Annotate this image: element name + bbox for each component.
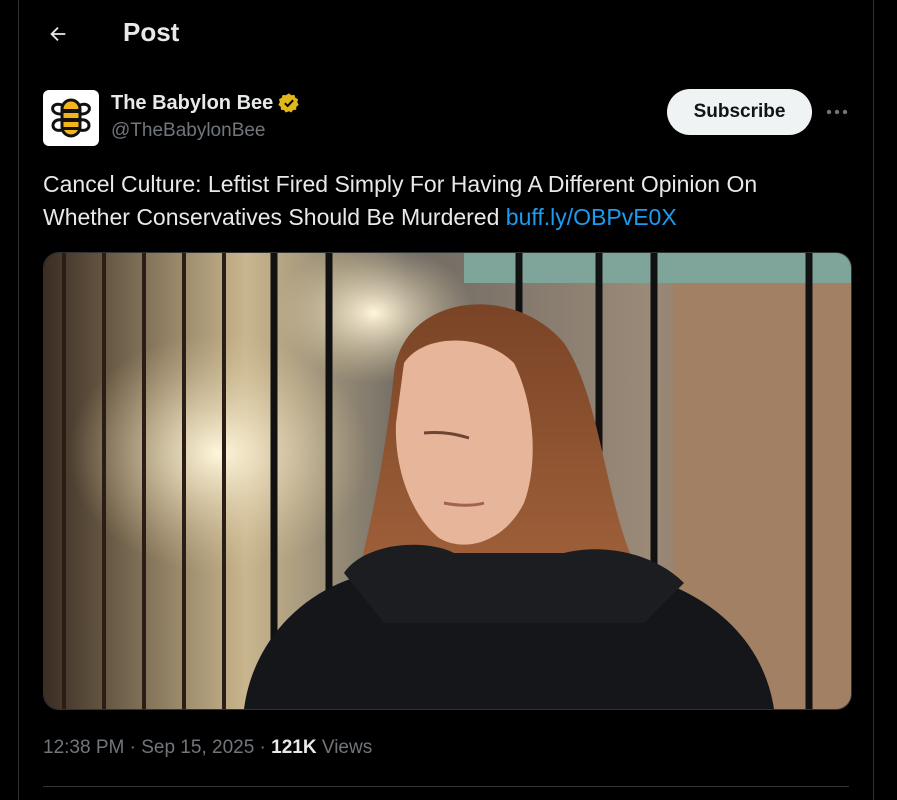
post-image[interactable] [43, 252, 852, 710]
avatar[interactable] [43, 90, 99, 146]
post-date[interactable]: Sep 15, 2025 [141, 737, 254, 758]
page-title: Post [123, 17, 180, 47]
author-info: The Babylon Bee @TheBabylonBee [111, 90, 300, 142]
post-text: Cancel Culture: Leftist Fired Simply For… [43, 168, 843, 234]
verified-badge-icon[interactable] [278, 92, 300, 114]
meta-separator: · [129, 737, 136, 758]
back-button[interactable] [39, 15, 77, 53]
post-link[interactable]: buff.ly/OBPvE0X [506, 204, 677, 230]
author-handle[interactable]: @TheBabylonBee [111, 120, 300, 142]
meta-separator: · [259, 737, 266, 758]
subscribe-button[interactable]: Subscribe [667, 89, 812, 135]
more-options-button[interactable] [823, 100, 851, 124]
post-photo [44, 253, 851, 709]
arrow-left-icon [50, 26, 66, 42]
post-time[interactable]: 12:38 PM [43, 737, 124, 758]
more-horizontal-icon [826, 109, 848, 115]
views-count: 121K [271, 737, 317, 758]
author-name[interactable]: The Babylon Bee [111, 92, 273, 115]
page-header: Post [19, 0, 873, 70]
post-metadata: 12:38 PM · Sep 15, 2025 · 121K Views [43, 737, 372, 759]
bee-logo-icon [51, 98, 91, 138]
divider [43, 786, 849, 787]
post-detail-column: Post The Babylon Bee @TheBabylonBee Subs… [18, 0, 874, 800]
views-label: Views [321, 737, 373, 758]
